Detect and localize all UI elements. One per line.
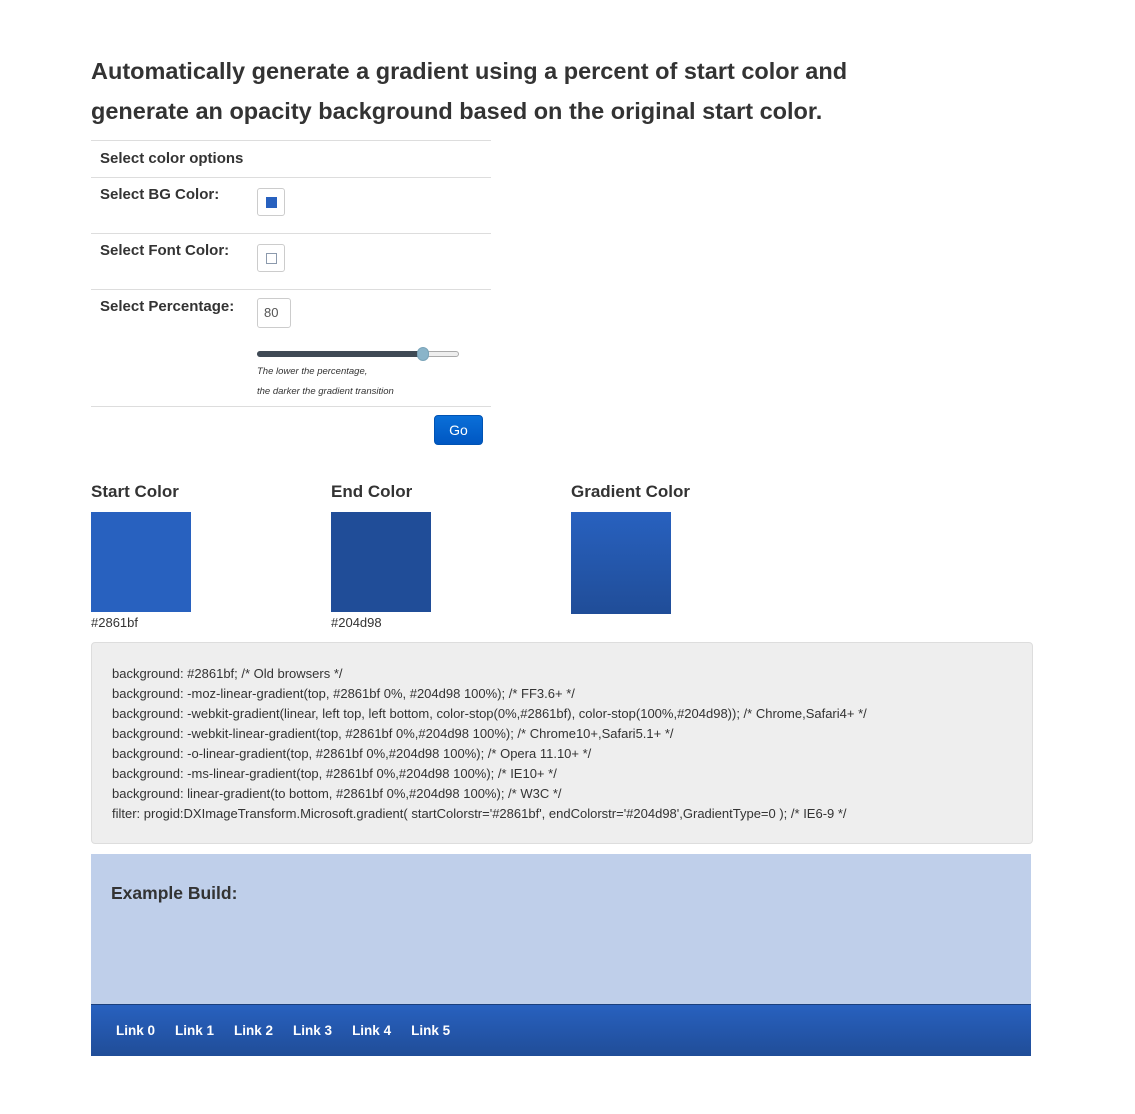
font-color-picker[interactable] [257, 244, 285, 272]
css-code-line: background: linear-gradient(to bottom, #… [112, 786, 562, 801]
percentage-hint: The lower the percentage, the darker the… [257, 362, 459, 402]
nav-link-3[interactable]: Link 3 [293, 1023, 332, 1038]
example-nav-bar: Link 0 Link 1 Link 2 Link 3 Link 4 Link … [91, 1004, 1031, 1056]
css-code-line: background: -moz-linear-gradient(top, #2… [112, 686, 575, 701]
css-code-line: background: #2861bf; /* Old browsers */ [112, 666, 343, 681]
example-build-panel: Example Build: [91, 854, 1031, 1004]
end-color-hex: #204d98 [331, 615, 382, 630]
slider-handle[interactable] [417, 347, 429, 361]
css-code-line: background: -webkit-gradient(linear, lef… [112, 706, 867, 721]
start-color-swatch [91, 512, 191, 612]
gradient-color-swatch [571, 512, 671, 614]
css-code-line: background: -webkit-linear-gradient(top,… [112, 726, 674, 741]
end-color-column: End Color #204d98 [331, 481, 431, 630]
font-color-swatch [265, 252, 277, 264]
font-color-label: Select Font Color: [100, 242, 230, 259]
css-code-line: filter: progid:DXImageTransform.Microsof… [112, 806, 847, 821]
percentage-label: Select Percentage: [100, 298, 235, 315]
css-code-line: background: -ms-linear-gradient(top, #28… [112, 766, 557, 781]
page-headline: Automatically generate a gradient using … [91, 58, 848, 124]
percentage-input[interactable]: 80 [257, 298, 291, 328]
hint-line-1: The lower the percentage, [257, 366, 368, 377]
go-row: Go [91, 406, 491, 457]
css-code-line: background: -o-linear-gradient(top, #286… [112, 746, 592, 761]
gradient-color-column: Gradient Color [571, 481, 690, 614]
css-code-output: background: #2861bf; /* Old browsers */ … [91, 642, 1033, 844]
bg-color-row: Select BG Color: [91, 177, 491, 233]
bg-color-label: Select BG Color: [100, 186, 220, 203]
nav-link-5[interactable]: Link 5 [411, 1023, 450, 1038]
options-header: Select color options [91, 140, 491, 177]
percentage-row: Select Percentage: 80 The lower the perc… [91, 289, 491, 406]
font-color-row: Select Font Color: [91, 233, 491, 289]
hint-line-2: the darker the gradient transition [257, 386, 394, 397]
percentage-slider[interactable] [257, 347, 459, 361]
color-options-panel: Select color options Select BG Color: Se… [91, 140, 491, 457]
example-build-title: Example Build: [111, 883, 238, 903]
go-button[interactable]: Go [434, 415, 483, 445]
start-color-title: Start Color [91, 482, 179, 501]
end-color-swatch [331, 512, 431, 612]
gradient-color-title: Gradient Color [571, 482, 691, 501]
nav-link-0[interactable]: Link 0 [116, 1023, 155, 1038]
bg-color-swatch [265, 196, 277, 208]
start-color-column: Start Color #2861bf [91, 481, 191, 630]
end-color-title: End Color [331, 482, 413, 501]
start-color-hex: #2861bf [91, 615, 138, 630]
bg-color-picker[interactable] [257, 188, 285, 216]
nav-link-1[interactable]: Link 1 [175, 1023, 214, 1038]
slider-fill [257, 351, 423, 357]
nav-link-4[interactable]: Link 4 [352, 1023, 391, 1038]
nav-link-2[interactable]: Link 2 [234, 1023, 273, 1038]
